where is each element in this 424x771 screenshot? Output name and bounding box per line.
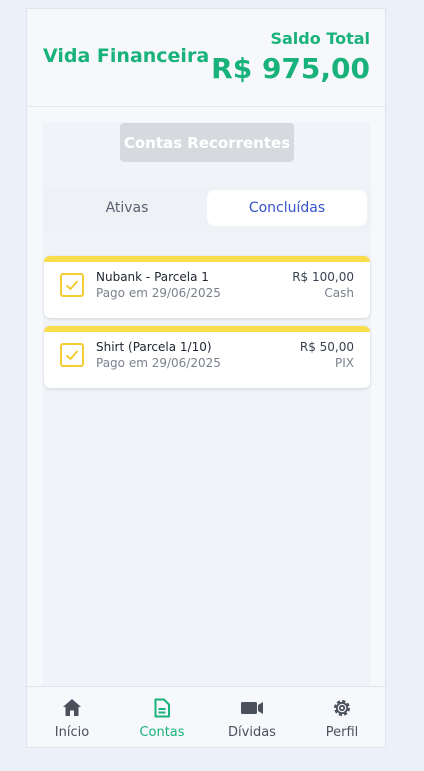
list-item[interactable]: Nubank - Parcela 1 Pago em 29/06/2025 R$… <box>44 256 370 318</box>
app-window: Vida Financeira Saldo Total R$ 975,00 Co… <box>26 8 386 748</box>
item-payment-method: Cash <box>324 286 354 300</box>
gear-icon <box>334 700 350 716</box>
nav-item-inicio[interactable]: Início <box>27 687 117 747</box>
document-icon <box>154 698 170 718</box>
recurring-bills-button[interactable]: Contas Recorrentes <box>120 123 294 162</box>
tab-concluidas[interactable]: Concluídas <box>207 190 367 226</box>
item-paid-date: Pago em 29/06/2025 <box>96 286 221 300</box>
video-icon <box>241 702 263 714</box>
list-item[interactable]: Shirt (Parcela 1/10) Pago em 29/06/2025 … <box>44 326 370 388</box>
tab-bar: Ativas Concluídas <box>43 186 371 232</box>
item-amount: R$ 100,00 <box>292 270 354 284</box>
main-content: Contas Recorrentes Ativas Concluídas Nub… <box>43 122 371 687</box>
nav-label: Dívidas <box>228 725 276 740</box>
item-title: Shirt (Parcela 1/10) <box>96 340 212 354</box>
nav-label: Perfil <box>325 725 359 740</box>
nav-item-contas[interactable]: Contas <box>117 687 207 747</box>
nav-item-perfil[interactable]: Perfil <box>297 687 385 747</box>
item-paid-date: Pago em 29/06/2025 <box>96 356 221 370</box>
app-title: Vida Financeira <box>43 45 210 67</box>
item-amount: R$ 50,00 <box>299 340 354 354</box>
header: Vida Financeira Saldo Total R$ 975,00 <box>27 9 385 107</box>
balance-label: Saldo Total <box>270 29 370 48</box>
bottom-nav: Início Contas Dívidas Perfil <box>27 686 385 747</box>
nav-label: Início <box>54 725 90 740</box>
item-title: Nubank - Parcela 1 <box>96 270 209 284</box>
nav-item-dividas[interactable]: Dívidas <box>207 687 297 747</box>
checkbox-checked-icon[interactable] <box>60 273 84 297</box>
home-icon <box>63 699 81 716</box>
balance-value: R$ 975,00 <box>211 52 370 85</box>
tab-ativas[interactable]: Ativas <box>47 190 207 226</box>
nav-label: Contas <box>139 725 185 740</box>
checkbox-checked-icon[interactable] <box>60 343 84 367</box>
item-payment-method: PIX <box>335 356 354 370</box>
